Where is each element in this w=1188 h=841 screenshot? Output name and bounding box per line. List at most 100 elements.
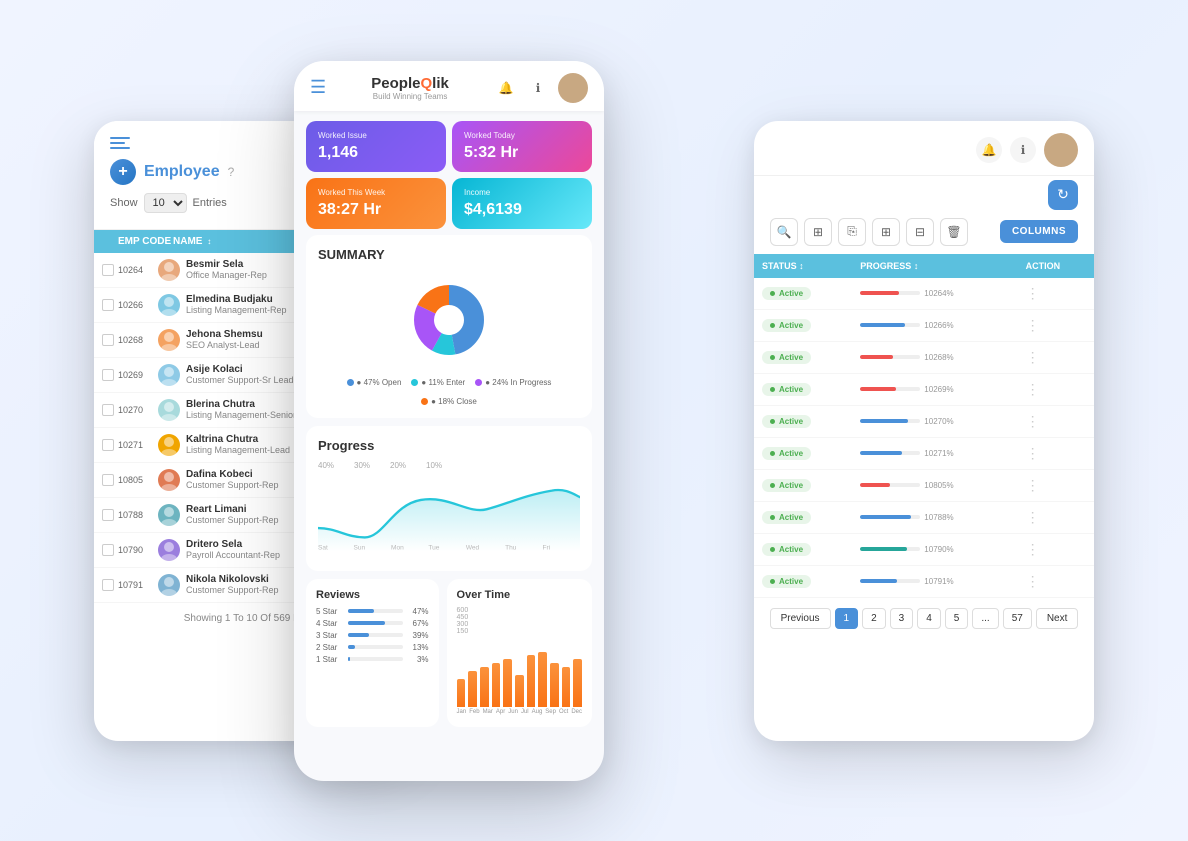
summary-title: SUMMARY xyxy=(318,247,580,262)
status-cell: Active xyxy=(754,469,852,501)
pdf-button[interactable]: ⊟ xyxy=(906,218,934,246)
progress-cell: 10805% xyxy=(852,469,1017,501)
emp-code-cell: 10788 xyxy=(118,510,158,520)
review-label: 3 Star xyxy=(316,631,344,640)
page-button-2[interactable]: 2 xyxy=(862,608,886,629)
bar xyxy=(562,667,571,706)
review-bar xyxy=(348,609,374,613)
status-cell: Active xyxy=(754,565,852,597)
action-menu[interactable]: ⋮ xyxy=(1026,285,1040,301)
bar-col xyxy=(480,667,489,706)
refresh-button[interactable]: ↻ xyxy=(1048,180,1078,210)
pb-track xyxy=(860,291,920,295)
prev-button[interactable]: Previous xyxy=(770,608,831,629)
user-avatar[interactable] xyxy=(558,73,588,103)
action-cell: ⋮ xyxy=(1018,565,1094,597)
pb-fill xyxy=(860,419,908,423)
status-dot xyxy=(770,547,775,552)
ot-x-label: Jan xyxy=(457,709,467,715)
logo-tagline: Build Winning Teams xyxy=(371,92,449,101)
emp-id: 10271% xyxy=(924,449,953,458)
status-cell: Active xyxy=(754,501,852,533)
add-button[interactable]: + xyxy=(110,159,136,185)
row-checkbox[interactable] xyxy=(102,264,114,276)
progress-bar-right: 10271% xyxy=(860,449,1009,458)
stats-grid: Worked Issue 1,146 Worked Today 5:32 Hr … xyxy=(294,111,604,235)
bar-col xyxy=(515,675,524,706)
search-button[interactable]: 🔍 xyxy=(770,218,798,246)
entries-select[interactable]: 10 25 50 xyxy=(144,193,187,213)
status-cell: Active xyxy=(754,341,852,373)
page-button-57[interactable]: 57 xyxy=(1003,608,1032,629)
right-header: 🔔 ℹ xyxy=(754,121,1094,176)
bell-icon[interactable]: 🔔 xyxy=(494,76,518,100)
page-button-4[interactable]: 4 xyxy=(917,608,941,629)
action-menu[interactable]: ⋮ xyxy=(1026,413,1040,429)
action-menu[interactable]: ⋮ xyxy=(1026,381,1040,397)
emp-id: 10805% xyxy=(924,481,953,490)
status-badge: Active xyxy=(762,447,811,460)
next-button[interactable]: Next xyxy=(1036,608,1079,629)
svg-text:Sun: Sun xyxy=(354,544,366,551)
avatar xyxy=(158,539,180,561)
menu-icon[interactable] xyxy=(110,137,130,149)
action-menu[interactable]: ⋮ xyxy=(1026,509,1040,525)
user-avatar-right[interactable] xyxy=(1044,133,1078,167)
right-tablet: 🔔 ℹ ↻ 🔍 ⊞ ⎘ ⊞ ⊟ 🗑 COLUMNS STATUS ↕ xyxy=(754,121,1094,741)
action-menu[interactable]: ⋮ xyxy=(1026,477,1040,493)
review-row: 5 Star 47% xyxy=(316,607,429,616)
stat-value: 38:27 Hr xyxy=(318,201,434,219)
review-bar xyxy=(348,621,385,625)
row-checkbox[interactable] xyxy=(102,299,114,311)
action-menu[interactable]: ⋮ xyxy=(1026,349,1040,365)
action-menu[interactable]: ⋮ xyxy=(1026,541,1040,557)
line-chart: Sat Sun Mon Tue Wed Thu Fri xyxy=(318,474,580,554)
hamburger-icon[interactable]: ☰ xyxy=(310,77,326,98)
action-menu[interactable]: ⋮ xyxy=(1026,445,1040,461)
review-row: 2 Star 13% xyxy=(316,643,429,652)
page-button-1[interactable]: 1 xyxy=(835,608,859,629)
pb-fill xyxy=(860,579,897,583)
status-cell: Active xyxy=(754,278,852,310)
page-button-5[interactable]: 5 xyxy=(945,608,969,629)
row-checkbox[interactable] xyxy=(102,369,114,381)
action-menu[interactable]: ⋮ xyxy=(1026,317,1040,333)
bar xyxy=(515,675,524,706)
row-checkbox[interactable] xyxy=(102,404,114,416)
action-menu[interactable]: ⋮ xyxy=(1026,573,1040,589)
ot-x-label: Jul xyxy=(521,709,529,715)
table-row: Active 10270% ⋮ xyxy=(754,405,1094,437)
copy-button[interactable]: ⎘ xyxy=(838,218,866,246)
row-checkbox[interactable] xyxy=(102,334,114,346)
bar-col xyxy=(538,652,547,707)
reviews-section: Reviews 5 Star 47% 4 Star 67% 3 Star 39%… xyxy=(306,579,439,727)
table-row: Active 10266% ⋮ xyxy=(754,309,1094,341)
phone-content: SUMMARY ● 47% Open ● 11% Enter ● 24% In … xyxy=(294,235,604,727)
help-icon[interactable]: ? xyxy=(228,165,235,179)
ot-x-label: Feb xyxy=(469,709,479,715)
review-bar xyxy=(348,645,355,649)
emp-code-cell: 10264 xyxy=(118,265,158,275)
row-checkbox[interactable] xyxy=(102,509,114,521)
delete-button[interactable]: 🗑 xyxy=(940,218,968,246)
page-button-...[interactable]: ... xyxy=(972,608,998,629)
bell-icon-right[interactable]: 🔔 xyxy=(976,137,1002,163)
action-cell: ⋮ xyxy=(1018,373,1094,405)
row-checkbox[interactable] xyxy=(102,439,114,451)
pagination: Previous12345...57Next xyxy=(754,598,1094,639)
progress-bar-right: 10805% xyxy=(860,481,1009,490)
excel-button[interactable]: ⊞ xyxy=(872,218,900,246)
page-button-3[interactable]: 3 xyxy=(890,608,914,629)
info-icon-right[interactable]: ℹ xyxy=(1010,137,1036,163)
row-checkbox[interactable] xyxy=(102,579,114,591)
review-pct: 13% xyxy=(407,643,429,652)
emp-code-cell: 10790 xyxy=(118,545,158,555)
progress-cell: 10268% xyxy=(852,341,1017,373)
status-dot xyxy=(770,323,775,328)
status-badge: Active xyxy=(762,415,811,428)
info-icon[interactable]: ℹ xyxy=(526,76,550,100)
row-checkbox[interactable] xyxy=(102,474,114,486)
row-checkbox[interactable] xyxy=(102,544,114,556)
columns-button[interactable]: COLUMNS xyxy=(1000,220,1078,243)
filter-button[interactable]: ⊞ xyxy=(804,218,832,246)
